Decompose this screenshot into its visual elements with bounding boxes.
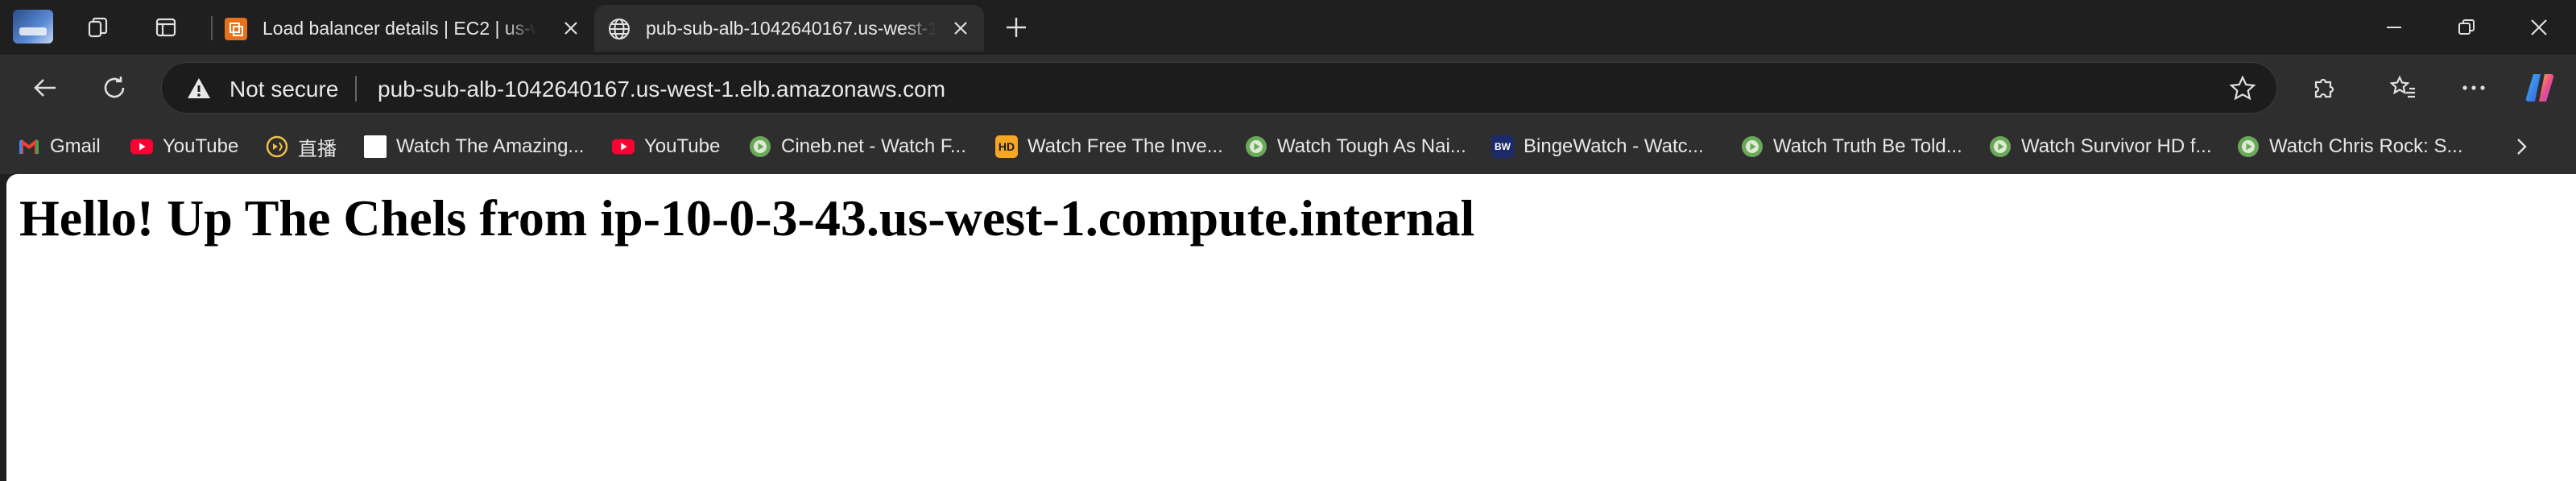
settings-menu-button[interactable] (2454, 68, 2493, 107)
plus-icon (1007, 18, 1026, 37)
bookmark-label: BingeWatch - Watc... (1524, 135, 1704, 157)
tab-title: pub-sub-alb-1042640167.us-west-1.elb.ama… (646, 18, 936, 39)
tab-title: Load balancer details | EC2 | us-west-1 (263, 18, 536, 39)
security-status-label[interactable]: Not secure (229, 77, 338, 102)
close-window-button[interactable] (2503, 8, 2575, 47)
youtube-icon (612, 135, 635, 158)
blank-page-icon (364, 135, 387, 158)
minimize-icon (2387, 27, 2401, 28)
aws-ec2-icon (224, 17, 248, 41)
play-circle-icon (1741, 135, 1764, 158)
address-divider (355, 76, 357, 102)
bookmark-label: Gmail (50, 135, 101, 157)
bookmark-youtube[interactable]: YouTube (130, 132, 238, 161)
bookmark-label: YouTube (644, 135, 721, 157)
favorite-star-button[interactable] (2228, 74, 2257, 103)
url-text[interactable]: pub-sub-alb-1042640167.us-west-1.elb.ama… (378, 77, 945, 102)
copilot-icon (2525, 73, 2554, 102)
warning-icon[interactable] (186, 76, 212, 102)
chevron-right-icon (2517, 139, 2527, 155)
bookmark-label: Watch Chris Rock: S... (2269, 135, 2463, 157)
arrow-left-icon (34, 79, 56, 97)
tab-alb-page[interactable]: pub-sub-alb-1042640167.us-west-1.elb.ama… (594, 5, 984, 52)
bookmark-label: 直播 (298, 138, 337, 160)
puzzle-icon (2314, 78, 2334, 98)
bookmark-label: Watch Tough As Nai... (1277, 135, 1466, 157)
bookmark-label: YouTube (163, 135, 239, 157)
restore-button[interactable] (2430, 8, 2503, 47)
favorites-list-icon (2389, 75, 2415, 98)
play-circle-icon (2237, 135, 2260, 158)
close-icon (564, 22, 577, 35)
play-circle-icon (1989, 135, 2012, 158)
address-bar[interactable]: Not secure pub-sub-alb-1042640167.us-wes… (161, 62, 2277, 114)
refresh-icon (104, 77, 125, 98)
live-icon (266, 135, 288, 158)
bookmark-free-inve[interactable]: HD Watch Free The Inve... (995, 132, 1223, 161)
vertical-tabs-button[interactable] (148, 10, 184, 45)
tab-load-balancer[interactable]: Load balancer details | EC2 | us-west-1 (211, 5, 594, 52)
page-viewport: Hello! Up The Chels from ip-10-0-3-43.us… (6, 174, 2576, 481)
new-tab-button[interactable] (999, 10, 1034, 45)
favorites-button[interactable] (2384, 68, 2422, 107)
bookmark-live[interactable]: 直播 (266, 132, 337, 161)
bookmark-youtube-2[interactable]: YouTube (612, 132, 720, 161)
close-icon (954, 22, 967, 35)
tab-close-button[interactable] (559, 16, 583, 40)
workspaces-icon (88, 17, 108, 38)
bookmark-label: Watch The Amazing... (396, 135, 585, 157)
bookmark-gmail[interactable]: Gmail (18, 132, 101, 161)
bookmark-label: Watch Truth Be Told... (1773, 135, 1962, 157)
page-heading: Hello! Up The Chels from ip-10-0-3-43.us… (19, 189, 1475, 247)
close-icon (2531, 19, 2547, 35)
tab-close-button[interactable] (949, 16, 973, 40)
bookmark-label: Cineb.net - Watch F... (781, 135, 966, 157)
profile-avatar[interactable] (13, 10, 53, 44)
bookmark-chris-rock[interactable]: Watch Chris Rock: S... (2237, 132, 2463, 161)
gmail-icon (18, 135, 40, 158)
minimize-button[interactable] (2358, 8, 2430, 47)
bookmark-tough-as-nails[interactable]: Watch Tough As Nai... (1245, 132, 1466, 161)
browser-toolbar: Not secure pub-sub-alb-1042640167.us-wes… (0, 55, 2576, 121)
globe-icon (607, 17, 631, 41)
bw-icon: BW (1491, 135, 1514, 158)
bookmark-label: Watch Free The Inve... (1028, 135, 1223, 157)
workspaces-button[interactable] (81, 10, 116, 45)
copilot-button[interactable] (2520, 68, 2559, 107)
back-button[interactable] (26, 68, 64, 107)
refresh-button[interactable] (95, 68, 134, 107)
play-circle-icon (749, 135, 771, 158)
bookmark-label: Watch Survivor HD f... (2021, 135, 2212, 157)
restore-icon (2458, 19, 2475, 35)
bookmark-cineb[interactable]: Cineb.net - Watch F... (749, 132, 966, 161)
bookmark-truth-be-told[interactable]: Watch Truth Be Told... (1741, 132, 1962, 161)
bookmark-bingewatch[interactable]: BW BingeWatch - Watc... (1491, 132, 1704, 161)
more-horizontal-icon (2462, 85, 2485, 90)
more-bookmarks-button[interactable] (2507, 132, 2536, 161)
bookmarks-bar: Gmail YouTube 直播 Watch The Amazing... Yo… (0, 121, 2576, 174)
youtube-icon (130, 135, 153, 158)
sidebar-tabs-icon (155, 18, 176, 37)
hd-icon: HD (995, 135, 1018, 158)
tab-strip: Load balancer details | EC2 | us-west-1 … (0, 0, 2576, 55)
extensions-button[interactable] (2305, 68, 2343, 107)
bookmark-amazing[interactable]: Watch The Amazing... (364, 132, 584, 161)
play-circle-icon (1245, 135, 1267, 158)
star-icon (2229, 75, 2256, 101)
bookmark-survivor[interactable]: Watch Survivor HD f... (1989, 132, 2211, 161)
